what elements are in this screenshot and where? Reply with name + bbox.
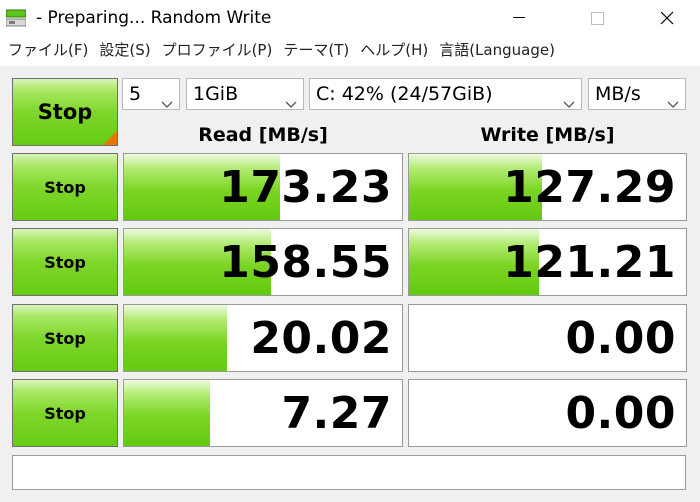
close-button[interactable]	[644, 0, 690, 36]
chevron-down-icon	[563, 89, 575, 108]
unit-select[interactable]: MB/s	[588, 78, 686, 110]
main-panel: Stop 5 1GiB C: 42% (24/57GiB) MB/s Read …	[0, 66, 700, 502]
write-column-header: Write [MB/s]	[480, 124, 615, 146]
all-stop-label: Stop	[37, 100, 93, 124]
chevron-down-icon	[161, 89, 173, 108]
menu-help[interactable]: ヘルプ(H)	[356, 38, 432, 62]
menu-settings[interactable]: 設定(S)	[95, 38, 154, 62]
write-result-1: 127.29	[408, 153, 687, 221]
test-1-stop-button[interactable]: Stop	[12, 153, 118, 221]
all-stop-button[interactable]: Stop	[12, 78, 118, 146]
write-value-4: 0.00	[565, 387, 676, 439]
read-bar-4	[124, 380, 211, 446]
read-value-1: 173.23	[219, 161, 392, 213]
read-result-3: 20.02	[123, 304, 403, 372]
read-value-3: 20.02	[250, 312, 392, 364]
maximize-icon	[590, 11, 604, 25]
drive-value: C: 42% (24/57GiB)	[316, 83, 493, 105]
unit-value: MB/s	[595, 83, 641, 105]
read-bar-3	[124, 305, 227, 371]
comment-field[interactable]	[12, 455, 686, 490]
read-result-2: 158.55	[123, 228, 403, 296]
write-value-1: 127.29	[503, 161, 676, 213]
read-value-2: 158.55	[219, 236, 392, 288]
close-icon	[660, 11, 674, 25]
read-result-4: 7.27	[123, 379, 403, 447]
write-result-2: 121.21	[408, 228, 687, 296]
test-2-stop-button[interactable]: Stop	[12, 228, 118, 296]
maximize-button[interactable]	[574, 0, 620, 36]
test-size-value: 1GiB	[193, 83, 239, 105]
read-value-4: 7.27	[281, 387, 392, 439]
test-3-stop-button[interactable]: Stop	[12, 304, 118, 372]
test-4-stop-button[interactable]: Stop	[12, 379, 118, 447]
write-result-3: 0.00	[408, 304, 687, 372]
drive-select[interactable]: C: 42% (24/57GiB)	[309, 78, 582, 110]
test-count-value: 5	[129, 83, 142, 105]
corner-indicator	[103, 131, 117, 145]
write-value-3: 0.00	[565, 312, 676, 364]
read-column-header: Read [MB/s]	[198, 124, 328, 146]
test-4-stop-label: Stop	[44, 403, 86, 423]
disk-app-icon	[5, 9, 27, 27]
write-result-4: 0.00	[408, 379, 687, 447]
menu-profile[interactable]: プロファイル(P)	[158, 38, 277, 62]
read-result-1: 173.23	[123, 153, 403, 221]
minimize-button[interactable]	[496, 0, 542, 36]
test-1-stop-label: Stop	[44, 177, 86, 197]
menu-bar: ファイル(F) 設定(S) プロファイル(P) テーマ(T) ヘルプ(H) 言語…	[0, 36, 700, 64]
title-bar: - Preparing... Random Write	[0, 0, 700, 36]
test-count-select[interactable]: 5	[122, 78, 180, 110]
test-2-stop-label: Stop	[44, 252, 86, 272]
chevron-down-icon	[667, 89, 679, 108]
chevron-down-icon	[285, 89, 297, 108]
write-value-2: 121.21	[503, 236, 676, 288]
test-3-stop-label: Stop	[44, 328, 86, 348]
menu-language[interactable]: 言語(Language)	[435, 38, 559, 62]
minimize-icon	[513, 17, 525, 19]
menu-file[interactable]: ファイル(F)	[4, 38, 92, 62]
menu-theme[interactable]: テーマ(T)	[279, 38, 353, 62]
window-title: - Preparing... Random Write	[36, 8, 272, 28]
test-size-select[interactable]: 1GiB	[186, 78, 304, 110]
